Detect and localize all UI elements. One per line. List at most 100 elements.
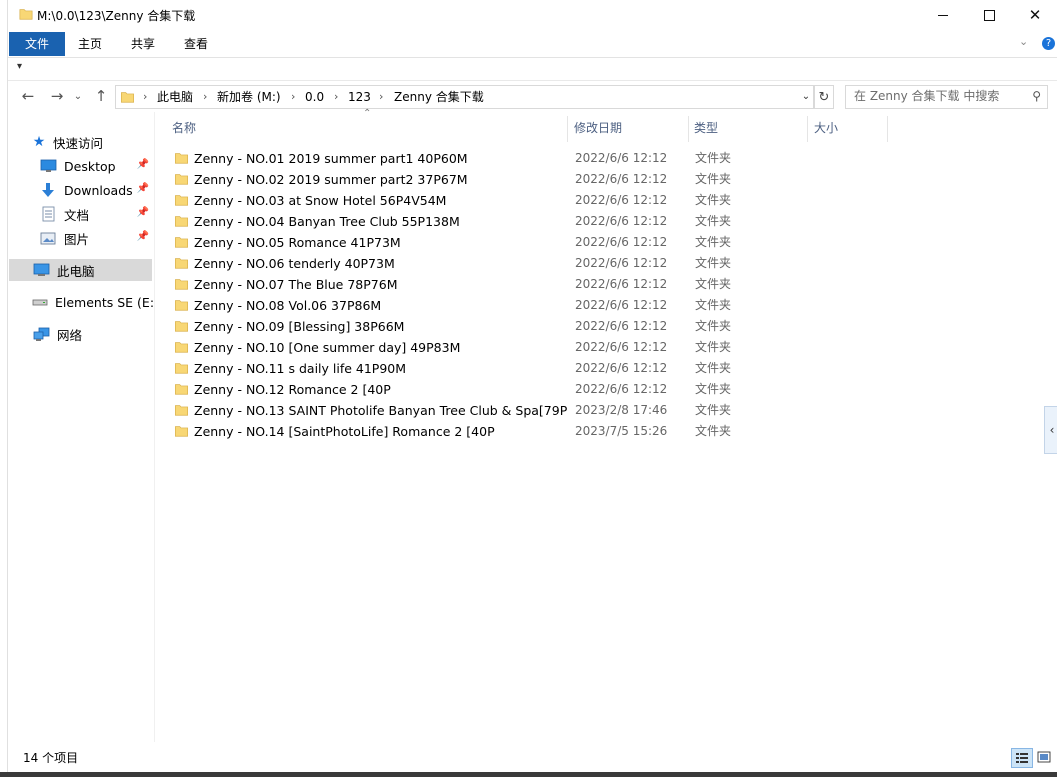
breadcrumb-separator[interactable]: ›	[291, 86, 295, 108]
breadcrumb-current-folder[interactable]: Zenny 合集下载	[394, 86, 484, 108]
breadcrumb-drive[interactable]: 新加卷 (M:)	[217, 86, 281, 108]
table-row[interactable]: Zenny - NO.10 [One summer day] 49P83M 202…	[167, 337, 731, 358]
table-row[interactable]: Zenny - NO.13 SAINT Photolife Banyan Tre…	[167, 400, 731, 421]
up-button[interactable]: ↑	[90, 85, 112, 107]
sidebar-item-pictures[interactable]: 图片 📌	[39, 227, 152, 249]
tab-file[interactable]: 文件	[9, 32, 65, 56]
file-name: Zenny - NO.08 Vol.06 37P86M	[194, 298, 382, 313]
forward-button[interactable]: →	[46, 85, 68, 107]
file-type: 文件夹	[695, 256, 732, 270]
folder-icon	[121, 92, 134, 103]
column-divider[interactable]	[887, 116, 888, 142]
column-header-type[interactable]: 类型	[694, 112, 718, 144]
address-bar[interactable]: › 此电脑 › 新加卷 (M:) › 0.0 › 123 › Zenny 合集下…	[115, 85, 814, 109]
file-modified-date: 2022/6/6 12:12	[575, 382, 668, 396]
column-header-modified[interactable]: 修改日期	[574, 112, 622, 144]
chevron-down-icon[interactable]: ⌄	[1019, 35, 1028, 48]
file-name: Zenny - NO.14 [SaintPhotoLife] Romance 2…	[194, 424, 495, 439]
sidebar-item-label: 快速访问	[53, 135, 104, 151]
table-row[interactable]: Zenny - NO.05 Romance 41P73M 2022/6/6 12:…	[167, 232, 731, 253]
pin-icon: 📌	[136, 159, 149, 170]
minimize-button[interactable]	[920, 0, 966, 30]
close-icon: ✕	[1028, 6, 1042, 24]
table-row[interactable]: Zenny - NO.01 2019 summer part1 40P60M 20…	[167, 148, 731, 169]
breadcrumb-separator[interactable]: ›	[143, 86, 147, 108]
file-modified-date: 2022/6/6 12:12	[575, 172, 668, 186]
large-icons-view-button[interactable]	[1034, 748, 1054, 766]
maximize-icon	[983, 9, 995, 21]
table-row[interactable]: Zenny - NO.04 Banyan Tree Club 55P138M 20…	[167, 211, 731, 232]
column-divider[interactable]	[807, 116, 808, 142]
search-input[interactable]	[854, 88, 1019, 104]
preview-pane-toggle[interactable]: ‹	[1044, 406, 1057, 454]
large-icons-view-icon	[1037, 751, 1051, 763]
table-row[interactable]: Zenny - NO.07 The Blue 78P76M 2022/6/6 12…	[167, 274, 731, 295]
recent-locations-button[interactable]: ⌄	[71, 85, 85, 107]
table-row[interactable]: Zenny - NO.14 [SaintPhotoLife] Romance 2…	[167, 421, 731, 442]
refresh-button[interactable]: ↻	[814, 85, 834, 109]
file-modified-date: 2022/6/6 12:12	[575, 214, 668, 228]
arrow-up-icon: ↑	[94, 87, 108, 105]
details-view-button[interactable]	[1011, 748, 1033, 768]
file-modified-date: 2023/7/5 15:26	[575, 424, 668, 438]
tab-view[interactable]: 查看	[176, 32, 216, 56]
file-modified-date: 2022/6/6 12:12	[575, 340, 668, 354]
minimize-icon	[938, 14, 948, 16]
picture-icon	[39, 230, 57, 246]
file-modified-date: 2022/6/6 12:12	[575, 277, 668, 291]
arrow-right-icon: →	[50, 87, 64, 105]
column-header-name[interactable]: 名称	[172, 112, 196, 144]
tab-home[interactable]: 主页	[70, 32, 110, 56]
explorer-window: M:\0.0\123\Zenny 合集下载 ✕ 文件 主页 共享 查看 ⌄ ? …	[7, 0, 1057, 772]
file-modified-date: 2022/6/6 12:12	[575, 298, 668, 312]
back-button[interactable]: ←	[17, 85, 39, 107]
tab-share[interactable]: 共享	[123, 32, 163, 56]
breadcrumb-folder-123[interactable]: 123	[348, 86, 371, 108]
chevron-down-icon[interactable]: ⌄	[798, 86, 814, 108]
breadcrumb-separator[interactable]: ›	[203, 86, 207, 108]
sidebar-item-label: Desktop	[64, 158, 116, 174]
search-box[interactable]: ⚲	[845, 85, 1048, 109]
table-row[interactable]: Zenny - NO.09 [Blessing] 38P66M 2022/6/6 …	[167, 316, 731, 337]
arrow-left-icon: ←	[21, 87, 35, 105]
maximize-button[interactable]	[966, 0, 1012, 30]
file-name: Zenny - NO.13 SAINT Photolife Banyan Tre…	[194, 403, 568, 418]
table-row[interactable]: Zenny - NO.11 s daily life 41P90M 2022/6/…	[167, 358, 731, 379]
breadcrumb-separator[interactable]: ›	[334, 86, 338, 108]
breadcrumb-this-pc[interactable]: 此电脑	[157, 86, 193, 108]
table-row[interactable]: Zenny - NO.03 at Snow Hotel 56P4V54M 2022…	[167, 190, 731, 211]
table-row[interactable]: Zenny - NO.06 tenderly 40P73M 2022/6/6 12…	[167, 253, 731, 274]
sidebar-item-desktop[interactable]: Desktop 📌	[39, 155, 152, 177]
customize-toolbar-icon[interactable]: ▾	[17, 61, 22, 72]
file-type: 文件夹	[695, 172, 732, 186]
search-icon[interactable]: ⚲	[1032, 89, 1041, 103]
sidebar-item-drive-e[interactable]: Elements SE (E:)	[32, 291, 159, 313]
column-divider[interactable]	[688, 116, 689, 142]
table-row[interactable]: Zenny - NO.08 Vol.06 37P86M 2022/6/6 12:1…	[167, 295, 731, 316]
file-name: Zenny - NO.05 Romance 41P73M	[194, 235, 401, 250]
file-name: Zenny - NO.10 [One summer day] 49P83M	[194, 340, 461, 355]
sidebar-item-network[interactable]: 网络	[32, 323, 152, 345]
file-name: Zenny - NO.02 2019 summer part2 37P67M	[194, 172, 468, 187]
table-row[interactable]: Zenny - NO.12 Romance 2 [40P 2022/6/6 12:…	[167, 379, 731, 400]
sidebar-item-this-pc[interactable]: 此电脑	[9, 259, 152, 281]
computer-icon	[32, 262, 50, 278]
file-modified-date: 2022/6/6 12:12	[575, 151, 668, 165]
help-icon[interactable]: ?	[1042, 37, 1055, 50]
table-row[interactable]: Zenny - NO.02 2019 summer part2 37P67M 20…	[167, 169, 731, 190]
navigation-bar: ← → ⌄ ↑ › 此电脑 › 新加卷 (M:) › 0.0 › 123 › Z…	[8, 81, 1057, 111]
breadcrumb-separator[interactable]: ›	[379, 86, 383, 108]
breadcrumb-folder-0-0[interactable]: 0.0	[305, 86, 324, 108]
column-divider[interactable]	[567, 116, 568, 142]
column-header-size[interactable]: 大小	[814, 112, 838, 144]
sidebar-item-downloads[interactable]: Downloads 📌	[39, 179, 152, 201]
file-name: Zenny - NO.03 at Snow Hotel 56P4V54M	[194, 193, 447, 208]
title-bar: M:\0.0\123\Zenny 合集下载 ✕	[8, 0, 1057, 30]
file-modified-date: 2022/6/6 12:12	[575, 256, 668, 270]
folder-icon	[175, 153, 188, 164]
close-button[interactable]: ✕	[1012, 0, 1057, 30]
file-name: Zenny - NO.07 The Blue 78P76M	[194, 277, 398, 292]
sidebar-item-documents[interactable]: 文档 📌	[39, 203, 152, 225]
network-icon	[32, 326, 50, 342]
sidebar-item-quick-access[interactable]: ★ 快速访问	[32, 131, 152, 153]
